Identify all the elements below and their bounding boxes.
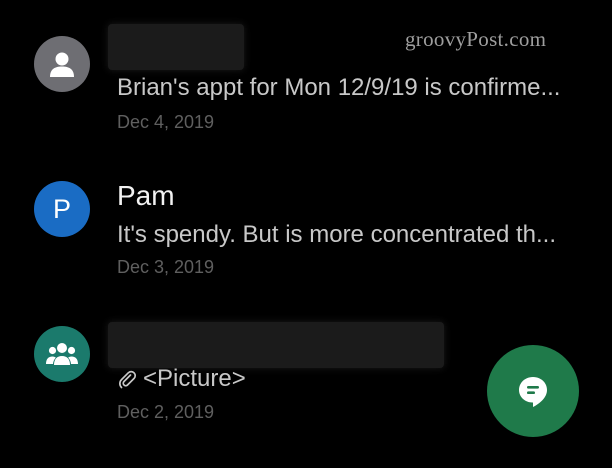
message-snippet: It's spendy. But is more concentrated th…	[117, 221, 557, 248]
redacted-contact-name	[108, 322, 444, 368]
group-icon	[46, 343, 78, 365]
message-date: Dec 3, 2019	[117, 257, 215, 277]
paperclip-icon	[119, 370, 137, 389]
conversation-item[interactable]: Brian's appt for Mon 12/9/19 is confirme…	[0, 0, 612, 132]
redacted-contact-name	[108, 24, 244, 70]
avatar	[34, 36, 90, 92]
message-snippet-row: <Picture>	[117, 365, 246, 393]
person-icon	[50, 52, 74, 77]
message-snippet: Brian's appt for Mon 12/9/19 is confirme…	[117, 74, 561, 101]
contact-name: Pam	[117, 180, 175, 211]
message-snippet: <Picture>	[143, 365, 246, 392]
conversation-item[interactable]: P Pam It's spendy. But is more concentra…	[0, 145, 612, 277]
avatar	[34, 326, 90, 382]
message-date: Dec 2, 2019	[117, 402, 215, 422]
new-conversation-button[interactable]	[487, 345, 579, 437]
message-date: Dec 4, 2019	[117, 112, 215, 132]
avatar: P	[34, 181, 90, 237]
avatar-letter: P	[52, 193, 71, 224]
new-message-icon	[519, 377, 547, 407]
